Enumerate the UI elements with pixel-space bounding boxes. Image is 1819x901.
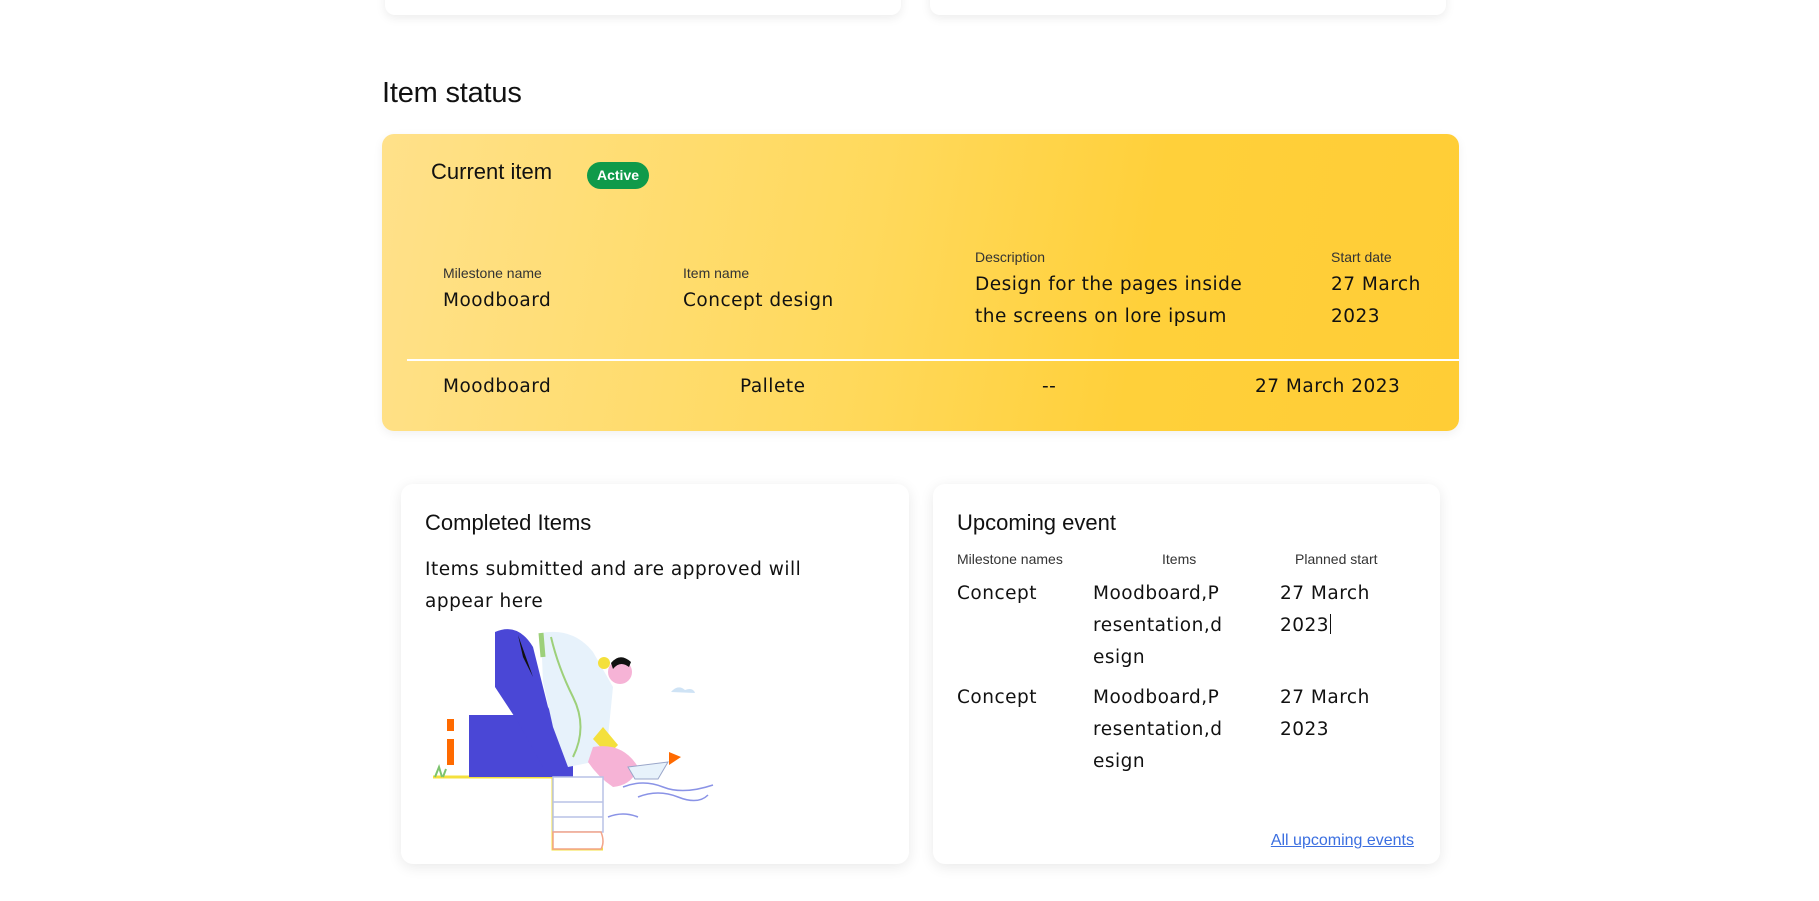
row-divider — [407, 359, 1459, 361]
milestone-name-value: Moodboard — [443, 290, 552, 311]
top-card-right — [930, 0, 1446, 15]
upcoming-row-2-start: 27 March 2023 — [1280, 687, 1370, 740]
start-date-value: 27 March 2023 — [1331, 274, 1421, 327]
section-title: Item status — [382, 77, 522, 109]
upcoming-row-1-milestone: Concept — [957, 583, 1038, 604]
upcoming-row-1-items: Moodboard,Presentation,design — [1093, 583, 1223, 668]
row-milestone: Moodboard — [443, 376, 552, 397]
milestone-name-label: Milestone name — [443, 265, 542, 281]
row-start-date: 27 March 2023 — [1255, 376, 1401, 397]
person-placing-paper-boat-illustration-icon — [433, 629, 714, 851]
row-description: -- — [1042, 376, 1057, 397]
completed-items-text: Items submitted and are approved will ap… — [425, 559, 802, 612]
upcoming-event-panel: Upcoming event Milestone names Items Pla… — [933, 484, 1440, 864]
upcoming-row-2-items: Moodboard,Presentation,design — [1093, 687, 1223, 772]
top-card-left — [385, 0, 901, 15]
header-items: Items — [1162, 551, 1197, 567]
row-item: Pallete — [740, 376, 806, 397]
header-milestone-names: Milestone names — [957, 551, 1063, 567]
upcoming-event-title: Upcoming event — [957, 510, 1116, 535]
text-cursor — [1330, 614, 1332, 634]
start-date-label: Start date — [1331, 249, 1392, 265]
description-value: Design for the pages inside the screens … — [975, 274, 1243, 327]
upcoming-row-1-start-text: 27 March 2023 — [1280, 583, 1370, 636]
item-name-value: Concept design — [683, 290, 834, 311]
header-planned-start: Planned start — [1295, 551, 1378, 567]
description-label: Description — [975, 249, 1046, 265]
item-name-label: Item name — [683, 265, 750, 281]
upcoming-row-1-start: 27 March 2023 — [1280, 578, 1380, 642]
current-item-title: Current item — [431, 159, 553, 184]
completed-items-title: Completed Items — [425, 510, 592, 535]
status-badge: Active — [587, 162, 650, 189]
upcoming-row-2-milestone: Concept — [957, 687, 1038, 708]
completed-items-panel: Completed Items Items submitted and are … — [401, 484, 909, 864]
all-upcoming-events-link[interactable]: All upcoming events — [1271, 832, 1414, 850]
current-item-card: Current item Active Milestone name Moodb… — [382, 134, 1459, 431]
